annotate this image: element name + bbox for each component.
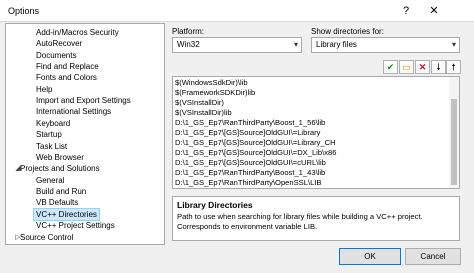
directory-item[interactable]: D:\1_GS_Ep7\RanThirdParty\Boost_1_43\lib	[175, 168, 325, 178]
show-directories-label: Show directories for:	[311, 27, 384, 36]
directory-item[interactable]: D:\1_GS_Ep7\RanThirdParty\OpenSSL\LIB	[175, 178, 321, 188]
tree-item-help[interactable]: Help	[36, 84, 52, 95]
tree-item-find-and-replace[interactable]: Find and Replace	[36, 61, 99, 72]
tree-item-autorecover[interactable]: AutoRecover	[36, 38, 82, 49]
description-text: Corresponds to environment variable LIB.	[177, 222, 318, 231]
tree-item-web-browser[interactable]: Web Browser	[36, 152, 84, 163]
tree-item-vc-project-settings[interactable]: VC++ Project Settings	[36, 220, 115, 231]
platform-dropdown[interactable]: Win32 ▾	[172, 37, 302, 53]
directory-item[interactable]: D:\1_GS_Ep7\[GS]Source]OldGUI\=Library_C…	[175, 138, 336, 148]
description-title: Library Directories	[177, 200, 253, 210]
directory-item[interactable]: $(VSInstallDir)lib	[175, 108, 232, 118]
title-bar: Options ? ✕	[0, 0, 474, 22]
tree-item-add-in-macros-security[interactable]: Add-in/Macros Security	[36, 27, 119, 38]
window-title: Options	[8, 6, 40, 16]
options-tree[interactable]: Add-in/Macros Security AutoRecover Docum…	[5, 23, 165, 245]
tree-item-documents[interactable]: Documents	[36, 50, 76, 61]
directory-item[interactable]: D:\1_GS_Ep7\RanThirdParty\Boost_1_56\lib	[175, 118, 325, 128]
close-button[interactable]: ✕	[426, 3, 442, 19]
tree-item-vb-defaults[interactable]: VB Defaults	[36, 197, 78, 208]
tree-item-build-and-run[interactable]: Build and Run	[36, 186, 86, 197]
tree-item-keyboard[interactable]: Keyboard	[36, 118, 70, 129]
directory-item[interactable]: D:\1_GS_Ep7\[GS]Source]OldGUI\=DX_Lib\x8…	[175, 148, 336, 158]
directory-item[interactable]: $(FrameworkSDKDir)lib	[175, 88, 255, 98]
platform-value: Win32	[177, 40, 200, 49]
tree-item-general[interactable]: General	[36, 175, 64, 186]
tree-item-projects-and-solutions[interactable]: Projects and Solutions	[20, 163, 100, 174]
tree-item-import-export-settings[interactable]: Import and Export Settings	[36, 95, 131, 106]
platform-label: Platform:	[172, 27, 205, 36]
help-button[interactable]: ?	[398, 3, 414, 19]
tree-item-source-control[interactable]: Source Control	[20, 232, 73, 243]
delete-icon[interactable]: ✕	[415, 60, 430, 74]
directory-item[interactable]: D:\1_GS_Ep7\[GS]Source]OldGUI\=Library	[175, 128, 320, 138]
tree-item-task-list[interactable]: Task List	[36, 141, 67, 152]
directory-item[interactable]: $(WindowsSdkDir)\lib	[175, 78, 248, 88]
tree-item-vc-directories[interactable]: VC++ Directories	[33, 208, 100, 221]
tree-item-fonts-and-colors[interactable]: Fonts and Colors	[36, 72, 97, 83]
show-directories-dropdown[interactable]: Library files ▾	[311, 37, 460, 53]
description-panel: Library Directories Path to use when sea…	[172, 196, 460, 241]
directory-item[interactable]: D:\1_GS_Ep7\[GS]Source]OldGUI\=cURL\lib	[175, 158, 326, 168]
tree-item-international-settings[interactable]: International Settings	[36, 106, 111, 117]
move-up-icon[interactable]: 🠕	[446, 60, 461, 74]
cancel-button[interactable]: Cancel	[405, 248, 461, 265]
directory-list-scrollbar[interactable]	[449, 77, 459, 188]
chevron-down-icon: ▾	[451, 40, 456, 49]
chevron-down-icon: ▾	[293, 40, 298, 49]
tree-item-startup[interactable]: Startup	[36, 129, 62, 140]
directory-item[interactable]: $(VSInstallDir)	[175, 98, 224, 108]
directory-list[interactable]: $(WindowsSdkDir)\lib $(FrameworkSDKDir)l…	[172, 76, 460, 189]
ok-button[interactable]: OK	[339, 248, 401, 265]
scrollbar-thumb[interactable]	[451, 99, 457, 185]
description-text: Path to use when searching for library f…	[177, 212, 423, 221]
show-directories-value: Library files	[316, 40, 357, 49]
new-line-check-icon[interactable]: ✔	[383, 60, 398, 74]
move-down-icon[interactable]: 🠗	[431, 60, 446, 74]
folder-icon[interactable]: ▭	[399, 60, 414, 74]
